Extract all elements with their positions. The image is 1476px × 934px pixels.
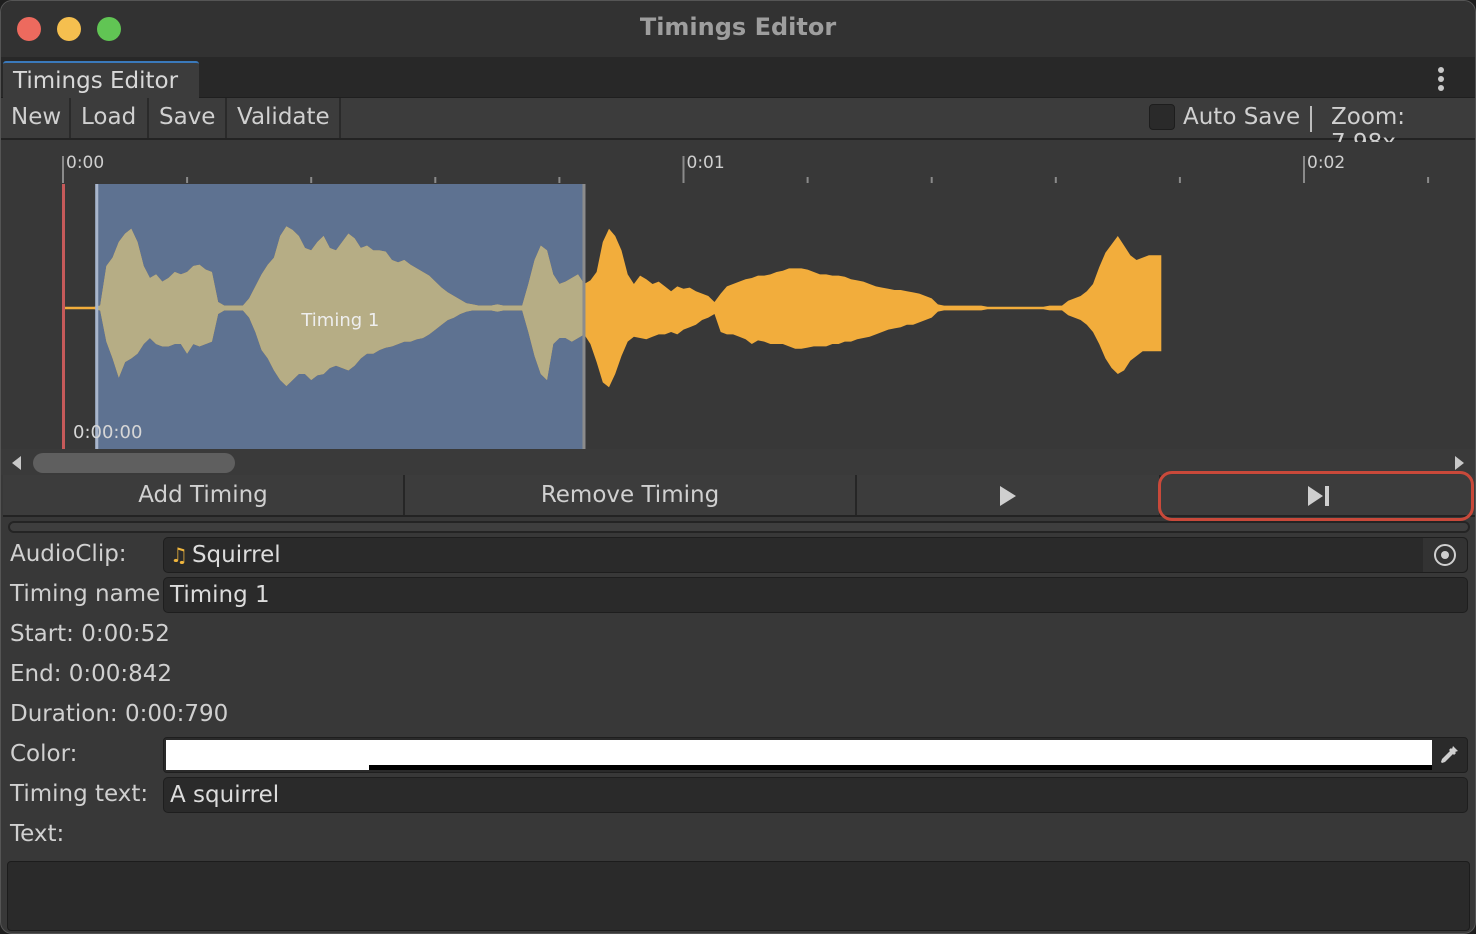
validate-button[interactable]: Validate bbox=[229, 98, 341, 138]
timings-editor-window: Timings Editor Timings Editor New Load S… bbox=[0, 0, 1476, 934]
scroll-right-arrow-icon[interactable] bbox=[1455, 456, 1464, 470]
scrollbar-thumb[interactable] bbox=[33, 453, 235, 473]
playhead bbox=[62, 184, 65, 449]
timing-name-input[interactable]: Timing 1 bbox=[163, 577, 1468, 613]
toolbar-divider bbox=[1310, 106, 1312, 132]
end-time-text: End: 0:00:842 bbox=[10, 661, 173, 687]
timing-start-handle bbox=[95, 184, 99, 449]
save-button[interactable]: Save bbox=[151, 98, 227, 138]
playback-progress-bar bbox=[8, 521, 1470, 533]
skip-next-icon bbox=[1307, 485, 1329, 506]
alpha-bar bbox=[369, 765, 1432, 770]
load-button[interactable]: Load bbox=[73, 98, 149, 138]
duration-text: Duration: 0:00:790 bbox=[10, 701, 229, 727]
text-label: Text: bbox=[10, 821, 65, 847]
color-label: Color: bbox=[10, 741, 78, 767]
audioclip-field[interactable]: ♫ Squirrel bbox=[163, 537, 1468, 573]
timing-name-label: Timing name bbox=[10, 581, 161, 607]
auto-save-label: Auto Save bbox=[1183, 104, 1301, 130]
tick-label: 0:01 bbox=[687, 153, 725, 173]
timing-name-label: Timing 1 bbox=[300, 310, 379, 331]
remove-timing-button[interactable]: Remove Timing bbox=[405, 475, 857, 515]
tick-label: 0:00 bbox=[66, 153, 104, 173]
audioclip-value: Squirrel bbox=[191, 542, 281, 568]
play-icon bbox=[1000, 485, 1016, 506]
start-time-text: Start: 0:00:52 bbox=[10, 621, 170, 647]
play-next-timing-button[interactable] bbox=[1161, 475, 1475, 515]
horizontal-scrollbar[interactable] bbox=[1, 449, 1475, 475]
timing-action-bar: Add Timing Remove Timing bbox=[3, 475, 1475, 517]
color-field[interactable] bbox=[163, 737, 1468, 773]
auto-save-toggle[interactable]: Auto Save bbox=[1149, 104, 1300, 130]
playhead-time-label: 0:00:00 bbox=[73, 422, 142, 443]
tick-label: 0:02 bbox=[1307, 153, 1345, 173]
play-button[interactable] bbox=[857, 475, 1161, 515]
tab-bar: Timings Editor bbox=[1, 57, 1475, 98]
timeline-canvas[interactable]: 0:00 0:01 0:02 Timing 1 0:00:00 bbox=[4, 142, 1474, 449]
title-bar: Timings Editor bbox=[1, 1, 1475, 57]
scroll-left-arrow-icon[interactable] bbox=[12, 456, 21, 470]
timing-text-label: Timing text: bbox=[10, 781, 149, 807]
window-title: Timings Editor bbox=[639, 13, 837, 41]
waveform-timeline[interactable]: 0:00 0:01 0:02 Timing 1 0:00:00 bbox=[4, 142, 1474, 449]
object-picker-button[interactable] bbox=[1423, 538, 1467, 572]
tab-timings-editor[interactable]: Timings Editor bbox=[3, 61, 199, 98]
add-timing-button[interactable]: Add Timing bbox=[3, 475, 405, 515]
auto-save-checkbox[interactable] bbox=[1149, 104, 1175, 130]
more-options-icon[interactable] bbox=[1429, 67, 1453, 91]
timing-end-handle bbox=[582, 184, 586, 449]
eyedropper-icon[interactable] bbox=[1431, 738, 1467, 772]
timing-text-input[interactable]: A squirrel bbox=[163, 777, 1468, 813]
text-area[interactable] bbox=[7, 861, 1470, 931]
new-button[interactable]: New bbox=[3, 98, 71, 138]
audioclip-label: AudioClip: bbox=[10, 541, 127, 567]
audio-clip-icon: ♫ bbox=[170, 543, 188, 567]
toolbar: New Load Save Validate Auto Save Zoom: 7… bbox=[1, 98, 1475, 156]
target-icon bbox=[1434, 544, 1456, 566]
